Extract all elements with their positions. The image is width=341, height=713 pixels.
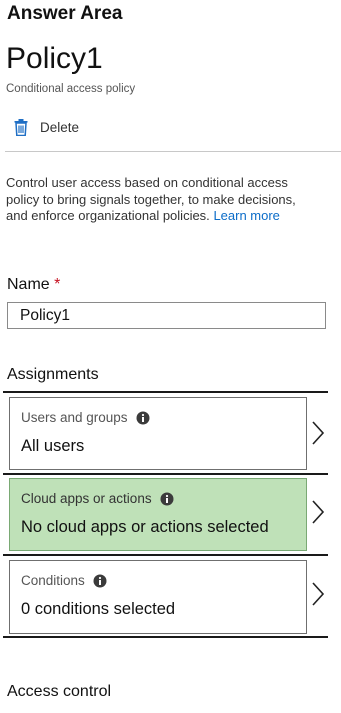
section-divider <box>3 473 328 475</box>
delete-label: Delete <box>40 120 80 135</box>
chevron-right-icon[interactable] <box>311 582 325 606</box>
users-and-groups-label: Users and groups <box>21 410 150 425</box>
cloud-apps-value: No cloud apps or actions selected <box>21 518 269 536</box>
page-subtitle: Conditional access policy <box>6 83 136 95</box>
policy-description: Control user access based on conditional… <box>6 175 306 225</box>
learn-more-link[interactable]: Learn more <box>213 208 279 223</box>
name-input[interactable] <box>7 302 326 329</box>
answer-area-title: Answer Area <box>7 3 123 24</box>
toolbar-divider <box>5 151 341 152</box>
info-icon[interactable] <box>136 411 150 425</box>
info-icon[interactable] <box>93 574 107 588</box>
name-label-text: Name <box>7 276 50 293</box>
conditions-value: 0 conditions selected <box>21 600 176 618</box>
chevron-right-icon[interactable] <box>311 500 325 524</box>
required-marker: * <box>54 276 61 293</box>
section-divider <box>3 636 328 638</box>
users-and-groups-label-text: Users and groups <box>21 410 128 425</box>
name-field-label: Name * <box>7 276 60 294</box>
users-and-groups-tile[interactable]: Users and groups All users <box>9 397 307 470</box>
info-icon[interactable] <box>160 492 174 506</box>
conditions-label: Conditions <box>21 573 107 588</box>
assignments-heading: Assignments <box>7 366 99 383</box>
delete-button[interactable]: Delete <box>14 119 79 136</box>
trash-icon <box>14 119 28 136</box>
conditions-tile[interactable]: Conditions 0 conditions selected <box>9 560 307 634</box>
cloud-apps-label-text: Cloud apps or actions <box>21 491 152 506</box>
conditions-label-text: Conditions <box>21 573 85 588</box>
section-divider <box>3 554 328 556</box>
section-divider <box>3 391 328 393</box>
users-and-groups-value: All users <box>21 437 85 455</box>
cloud-apps-label: Cloud apps or actions <box>21 491 174 506</box>
page-title: Policy1 <box>6 42 103 75</box>
cloud-apps-tile[interactable]: Cloud apps or actions No cloud apps or a… <box>9 478 307 551</box>
chevron-right-icon[interactable] <box>311 421 325 445</box>
access-control-heading: Access control <box>7 683 112 700</box>
